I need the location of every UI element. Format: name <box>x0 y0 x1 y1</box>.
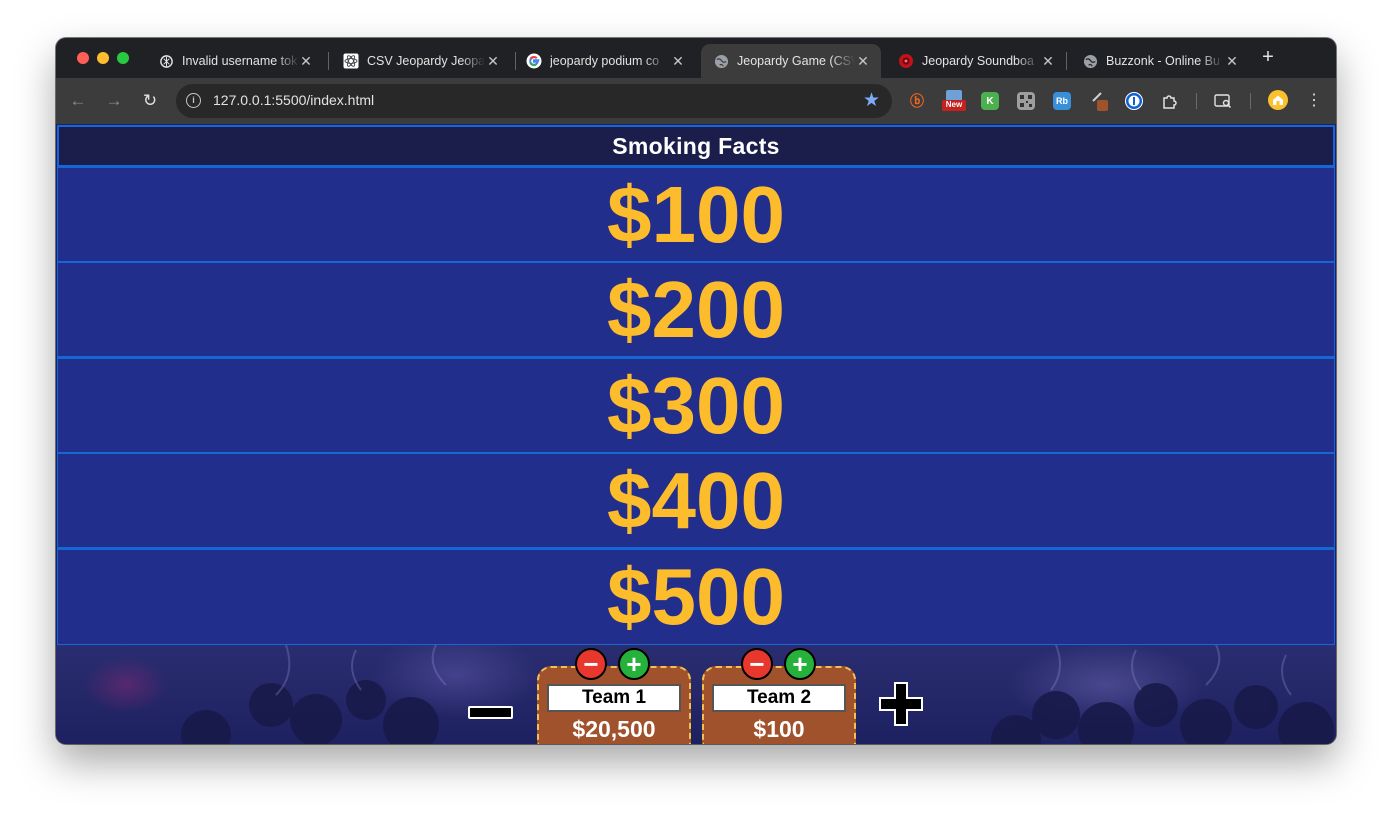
close-tab-icon[interactable]: ✕ <box>1224 53 1240 69</box>
bing-icon[interactable]: ⓑ <box>908 92 926 110</box>
tab-2[interactable]: CSV Jeopardy Jeopardy ✕ <box>331 44 511 78</box>
k-extension-label: K <box>986 95 994 107</box>
jeopardy-page: Smoking Facts $100 $200 $300 $400 $500 T… <box>56 124 1336 744</box>
reload-button[interactable]: ↻ <box>140 91 160 111</box>
value-cell-500[interactable]: $500 <box>57 548 1335 645</box>
category-header: Smoking Facts <box>57 125 1335 167</box>
forward-button[interactable]: → <box>104 91 124 111</box>
value-cell-100[interactable]: $100 <box>57 166 1335 262</box>
globe-icon <box>1082 53 1098 69</box>
tab-4-active[interactable]: Jeopardy Game (CSV ✕ <box>701 44 881 78</box>
tab-title: jeopardy podium co <box>550 54 660 68</box>
tab-6[interactable]: Buzzonk - Online Bu ✕ <box>1070 44 1250 78</box>
remove-team-button[interactable] <box>468 706 513 719</box>
close-window-button[interactable] <box>77 52 89 64</box>
browser-toolbar: ← → ↻ i 127.0.0.1:5500/index.html ★ ⓑ Ne… <box>56 78 1336 124</box>
add-team-button[interactable] <box>878 681 924 727</box>
crowd-background: Team 1 $20,500 − + Team 2 $100 − + <box>56 645 1336 744</box>
browser-window: Invalid username tok ✕ CSV Jeopardy Jeop… <box>56 38 1336 744</box>
close-tab-icon[interactable]: ✕ <box>670 53 686 69</box>
tab-title: Jeopardy Soundboa <box>922 54 1034 68</box>
value-cell-400[interactable]: $400 <box>57 452 1335 548</box>
rb-extension-label: Rb <box>1056 96 1068 106</box>
team-2-decrease-button[interactable]: − <box>741 648 773 680</box>
new-tab-button[interactable]: + <box>1258 47 1278 67</box>
new-badge-extension[interactable]: New <box>942 90 966 112</box>
team-1-decrease-button[interactable]: − <box>575 648 607 680</box>
tab-divider <box>1066 52 1067 70</box>
team-score: $20,500 <box>572 716 656 742</box>
team-score: $100 <box>753 716 805 742</box>
value-cell-300[interactable]: $300 <box>57 357 1335 453</box>
toolbar-divider <box>1196 93 1197 109</box>
team-2-increase-button[interactable]: + <box>784 648 816 680</box>
team-podium-2: Team 2 $100 <box>702 666 856 744</box>
toolbar-divider <box>1250 93 1251 109</box>
team-name-field[interactable]: Team 1 <box>547 684 681 712</box>
tab-divider <box>328 52 329 70</box>
close-tab-icon[interactable]: ✕ <box>485 53 501 69</box>
maximize-window-button[interactable] <box>117 52 129 64</box>
team-1-increase-button[interactable]: + <box>618 648 650 680</box>
jeopardy-board: Smoking Facts $100 $200 $300 $400 $500 <box>56 124 1336 645</box>
tab-3[interactable]: jeopardy podium co ✕ <box>514 44 696 78</box>
close-tab-icon[interactable]: ✕ <box>855 53 871 69</box>
url-text: 127.0.0.1:5500/index.html <box>213 92 375 108</box>
value-cell-200[interactable]: $200 <box>57 261 1335 357</box>
close-tab-icon[interactable]: ✕ <box>1040 53 1056 69</box>
tab-title: Invalid username tok <box>182 54 298 68</box>
menu-kebab-icon[interactable]: ⋮ <box>1304 91 1324 111</box>
globe-icon <box>713 53 729 69</box>
rb-extension[interactable]: Rb <box>1053 92 1071 110</box>
soundboard-icon <box>898 53 914 69</box>
plus-icon: + <box>626 649 642 679</box>
search-tab-icon[interactable] <box>1214 92 1232 110</box>
back-button[interactable]: ← <box>68 91 88 111</box>
tab-title: Buzzonk - Online Bu <box>1106 54 1220 68</box>
site-info-icon[interactable]: i <box>186 93 201 108</box>
openai-icon <box>158 53 174 69</box>
minus-icon: − <box>583 649 599 679</box>
puzzle-icon[interactable] <box>1161 92 1179 110</box>
pen-extension[interactable] <box>1091 92 1109 111</box>
close-tab-icon[interactable]: ✕ <box>298 53 314 69</box>
team-name-field[interactable]: Team 2 <box>712 684 846 712</box>
tab-1[interactable]: Invalid username tok ✕ <box>146 44 324 78</box>
react-icon <box>343 53 359 69</box>
tab-5[interactable]: Jeopardy Soundboa ✕ <box>886 44 1066 78</box>
bookmark-star-icon[interactable]: ★ <box>863 89 880 112</box>
1password-icon[interactable] <box>1125 92 1143 110</box>
minimize-window-button[interactable] <box>97 52 109 64</box>
tab-title: Jeopardy Game (CSV <box>737 54 855 68</box>
tab-strip: Invalid username tok ✕ CSV Jeopardy Jeop… <box>56 38 1336 78</box>
address-bar[interactable]: i 127.0.0.1:5500/index.html ★ <box>176 84 892 118</box>
qr-extension[interactable] <box>1017 92 1035 110</box>
team-podium-1: Team 1 $20,500 <box>537 666 691 744</box>
plus-icon: + <box>792 649 808 679</box>
tab-title: CSV Jeopardy Jeopardy <box>367 54 485 68</box>
crowd-silhouette-image <box>181 645 1334 744</box>
k-extension[interactable]: K <box>981 92 999 110</box>
add-team-plus-icon <box>879 682 923 726</box>
new-badge-label: New <box>945 100 963 109</box>
minus-icon: − <box>749 649 765 679</box>
profile-avatar[interactable] <box>1268 90 1288 110</box>
google-icon <box>526 53 542 69</box>
